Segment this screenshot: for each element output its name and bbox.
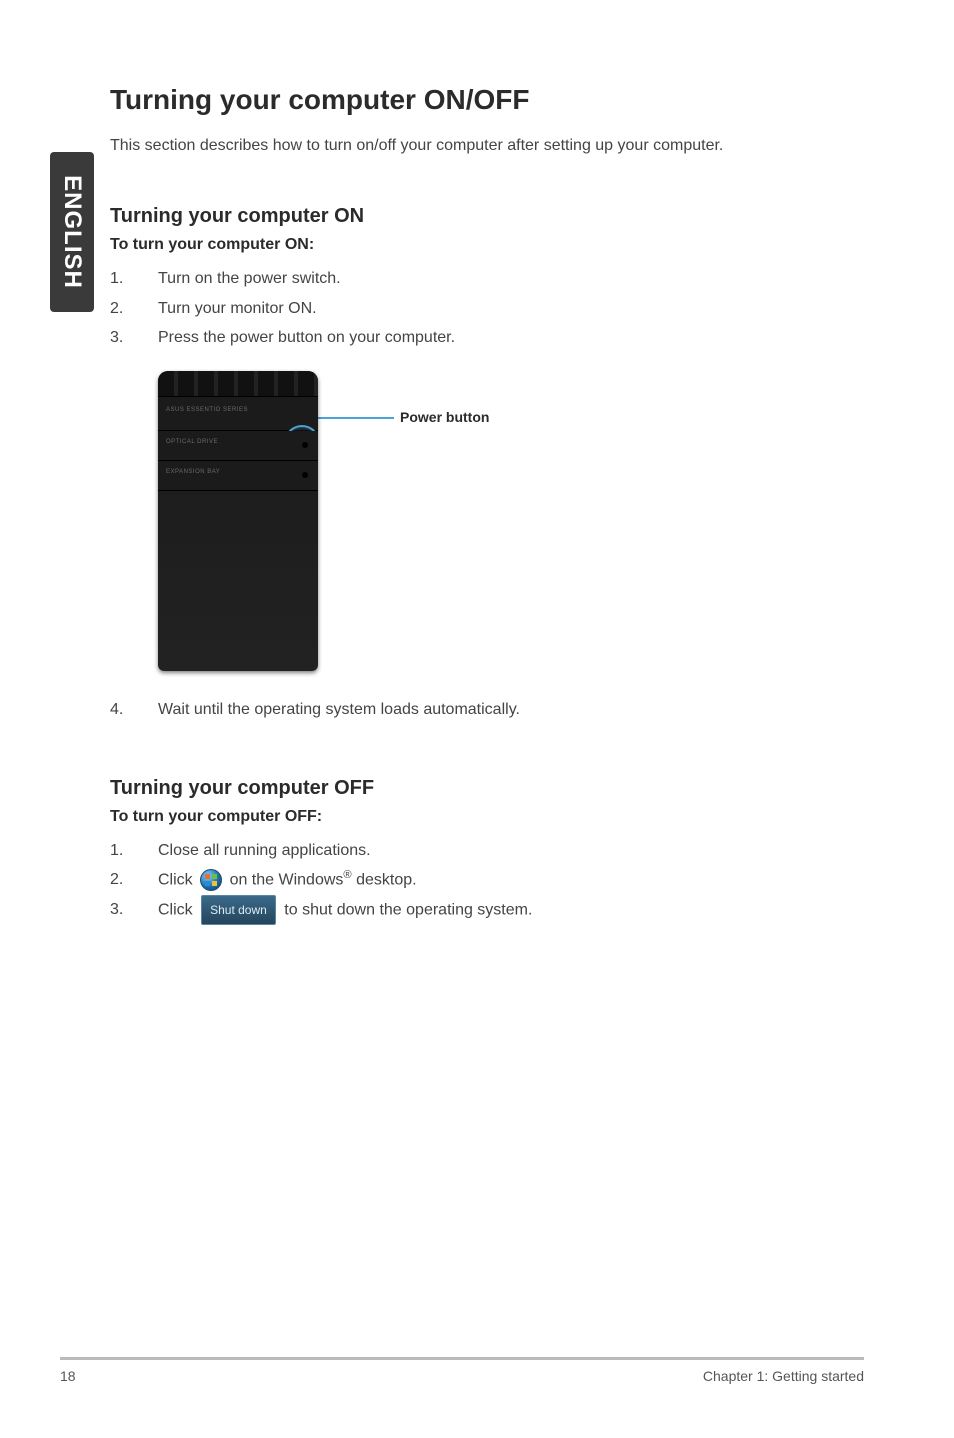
expansion-bay-band: EXPANSION BAY: [158, 461, 318, 491]
list-item: 3. Press the power button on your comput…: [110, 323, 864, 353]
language-tab: ENGLISH: [50, 152, 94, 312]
intro-text: This section describes how to turn on/of…: [110, 134, 864, 157]
vents-icon: [158, 371, 318, 397]
step-number: 2.: [110, 865, 158, 895]
eject-dot-icon: [302, 472, 308, 478]
callout-line: [314, 417, 394, 419]
list-item: 4. Wait until the operating system loads…: [110, 695, 864, 725]
step-text: Turn on the power switch.: [158, 264, 864, 294]
step-number: 3.: [110, 323, 158, 353]
list-item: 3. Click Shut down to shut down the oper…: [110, 895, 864, 925]
step-number: 1.: [110, 264, 158, 294]
windows-start-icon: [200, 869, 222, 891]
registered-mark: ®: [343, 869, 351, 881]
language-label: ENGLISH: [58, 175, 86, 289]
step-text: Click on the Windows® desktop.: [158, 865, 864, 895]
expansion-label: EXPANSION BAY: [166, 469, 220, 475]
page-footer: 18 Chapter 1: Getting started: [60, 1359, 864, 1384]
step-number: 4.: [110, 695, 158, 725]
list-item: 2. Turn your monitor ON.: [110, 294, 864, 324]
section-off-heading: Turning your computer OFF: [110, 777, 864, 800]
text-fragment: to shut down the operating system.: [284, 901, 532, 918]
text-fragment: desktop.: [352, 871, 417, 888]
eject-dot-icon: [302, 442, 308, 448]
off-steps-list: 1. Close all running applications. 2. Cl…: [110, 836, 864, 926]
text-fragment: Click: [158, 871, 197, 888]
step-number: 1.: [110, 836, 158, 866]
list-item: 2. Click on the Windows® desktop.: [110, 865, 864, 895]
product-label: ASUS ESSENTIO SERIES: [166, 407, 248, 413]
step-text: Click Shut down to shut down the operati…: [158, 895, 864, 925]
text-fragment: Click: [158, 901, 197, 918]
page-number: 18: [60, 1368, 76, 1384]
page-title: Turning your computer ON/OFF: [110, 84, 864, 116]
shutdown-button-icon: Shut down: [201, 895, 276, 925]
step-text: Turn your monitor ON.: [158, 294, 864, 324]
section-off-subheading: To turn your computer OFF:: [110, 808, 864, 826]
footer-divider: [60, 1357, 864, 1359]
step-text: Close all running applications.: [158, 836, 864, 866]
step-text: Wait until the operating system loads au…: [158, 695, 864, 725]
step-number: 3.: [110, 895, 158, 925]
text-fragment: on the Windows: [230, 871, 344, 888]
optical-drive-band: OPTICAL DRIVE: [158, 431, 318, 461]
step-text: Press the power button on your computer.: [158, 323, 864, 353]
product-label-band: ASUS ESSENTIO SERIES: [158, 397, 318, 431]
on-step4-list: 4. Wait until the operating system loads…: [110, 695, 864, 725]
section-on-subheading: To turn your computer ON:: [110, 236, 864, 254]
section-on-heading: Turning your computer ON: [110, 205, 864, 228]
optical-label: OPTICAL DRIVE: [166, 439, 218, 445]
list-item: 1. Turn on the power switch.: [110, 264, 864, 294]
chapter-label: Chapter 1: Getting started: [703, 1368, 864, 1384]
computer-figure: ASUS ESSENTIO SERIES OPTICAL DRIVE EXPAN…: [158, 371, 864, 671]
callout-label: Power button: [400, 409, 489, 425]
on-steps-list: 1. Turn on the power switch. 2. Turn you…: [110, 264, 864, 353]
list-item: 1. Close all running applications.: [110, 836, 864, 866]
step-number: 2.: [110, 294, 158, 324]
computer-tower-illustration: ASUS ESSENTIO SERIES OPTICAL DRIVE EXPAN…: [158, 371, 318, 671]
